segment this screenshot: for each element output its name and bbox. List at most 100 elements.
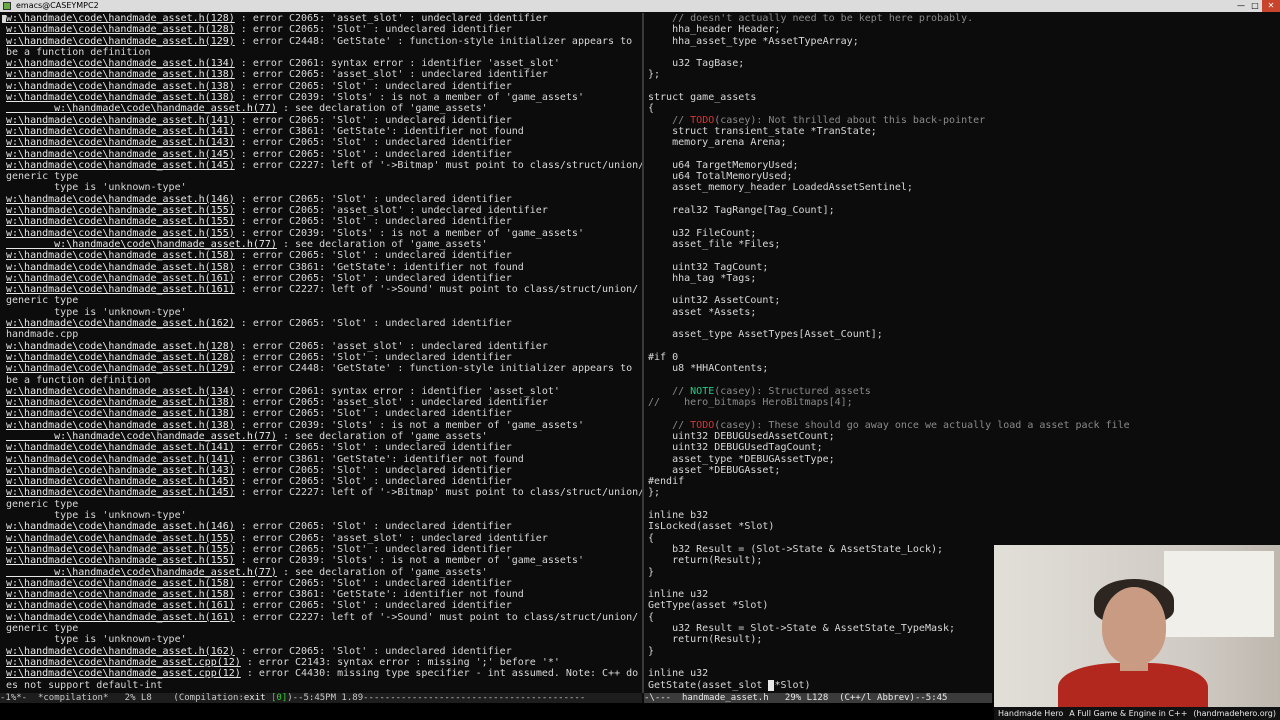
code-line[interactable]: struct game_assets	[644, 92, 1280, 103]
code-line[interactable]	[644, 194, 1280, 205]
compilation-line[interactable]: w:\handmade\code\handmade_asset.h(161) :…	[0, 284, 642, 295]
compilation-line[interactable]: w:\handmade\code\handmade_asset.h(145) :…	[0, 487, 642, 498]
code-line[interactable]: asset_memory_header LoadedAssetSentinel;	[644, 182, 1280, 193]
code-line[interactable]: #endif	[644, 476, 1280, 487]
compilation-line[interactable]: w:\handmade\code\handmade_asset.h(143) :…	[0, 465, 642, 476]
code-line[interactable]: // TODO(casey): Not thrilled about this …	[644, 115, 1280, 126]
code-line[interactable]	[644, 216, 1280, 227]
code-line[interactable]: #if 0	[644, 352, 1280, 363]
code-line[interactable]: {	[644, 103, 1280, 114]
code-line[interactable]: u32 TagBase;	[644, 58, 1280, 69]
compilation-line[interactable]: w:\handmade\code\handmade_asset.h(146) :…	[0, 194, 642, 205]
compilation-line[interactable]: w:\handmade\code\handmade_asset.h(138) :…	[0, 397, 642, 408]
compilation-line[interactable]: w:\handmade\code\handmade_asset.h(158) :…	[0, 262, 642, 273]
compilation-line[interactable]: generic type	[0, 171, 642, 182]
compilation-pane[interactable]: w:\handmade\code\handmade_asset.h(128) :…	[0, 13, 642, 693]
code-line[interactable]: hha_tag *Tags;	[644, 273, 1280, 284]
code-line[interactable]	[644, 318, 1280, 329]
compilation-line[interactable]: w:\handmade\code\handmade_asset.h(145) :…	[0, 476, 642, 487]
code-line[interactable]	[644, 47, 1280, 58]
compilation-line[interactable]: w:\handmade\code\handmade_asset.h(77) : …	[0, 431, 642, 442]
compilation-line[interactable]: w:\handmade\code\handmade_asset.h(162) :…	[0, 646, 642, 657]
code-line[interactable]: inline b32	[644, 510, 1280, 521]
compilation-line[interactable]: w:\handmade\code\handmade_asset.h(134) :…	[0, 58, 642, 69]
compilation-line[interactable]: handmade.cpp	[0, 329, 642, 340]
compilation-line[interactable]: w:\handmade\code\handmade_asset.h(138) :…	[0, 69, 642, 80]
code-line[interactable]: // hero_bitmaps HeroBitmaps[4];	[644, 397, 1280, 408]
compilation-line[interactable]: w:\handmade\code\handmade_asset.h(138) :…	[0, 420, 642, 431]
compilation-line[interactable]: w:\handmade\code\handmade_asset.h(141) :…	[0, 126, 642, 137]
compilation-line[interactable]: w:\handmade\code\handmade_asset.h(155) :…	[0, 205, 642, 216]
code-line[interactable]: hha_asset_type *AssetTypeArray;	[644, 36, 1280, 47]
compilation-line[interactable]: type is 'unknown-type'	[0, 182, 642, 193]
code-line[interactable]: uint32 DEBUGUsedAssetCount;	[644, 431, 1280, 442]
compilation-line[interactable]: w:\handmade\code\handmade_asset.h(161) :…	[0, 612, 642, 623]
compilation-line[interactable]: w:\handmade\code\handmade_asset.h(155) :…	[0, 216, 642, 227]
code-line[interactable]: asset_type AssetTypes[Asset_Count];	[644, 329, 1280, 340]
code-line[interactable]: // NOTE(casey): Structured assets	[644, 386, 1280, 397]
compilation-line[interactable]: w:\handmade\code\handmade_asset.h(138) :…	[0, 92, 642, 103]
code-line[interactable]: u32 FileCount;	[644, 228, 1280, 239]
code-line[interactable]: struct transient_state *TranState;	[644, 126, 1280, 137]
compilation-line[interactable]: w:\handmade\code\handmade_asset.h(158) :…	[0, 250, 642, 261]
compilation-line[interactable]: w:\handmade\code\handmade_asset.h(138) :…	[0, 81, 642, 92]
code-line[interactable]: {	[644, 533, 1280, 544]
compilation-line[interactable]: w:\handmade\code\handmade_asset.h(128) :…	[0, 13, 642, 24]
code-line[interactable]: asset_file *Files;	[644, 239, 1280, 250]
code-line[interactable]	[644, 408, 1280, 419]
code-line[interactable]	[644, 149, 1280, 160]
maximize-button[interactable]: □	[1248, 0, 1262, 12]
compilation-line[interactable]: w:\handmade\code\handmade_asset.h(162) :…	[0, 318, 642, 329]
code-line[interactable]: asset *DEBUGAsset;	[644, 465, 1280, 476]
compilation-line[interactable]: w:\handmade\code\handmade_asset.h(138) :…	[0, 408, 642, 419]
compilation-line[interactable]: es not support default-int	[0, 680, 642, 691]
compilation-line[interactable]: w:\handmade\code\handmade_asset.h(145) :…	[0, 160, 642, 171]
compilation-line[interactable]: w:\handmade\code\handmade_asset.h(77) : …	[0, 239, 642, 250]
compilation-line[interactable]: generic type	[0, 499, 642, 510]
code-line[interactable]: uint32 DEBUGUsedTagCount;	[644, 442, 1280, 453]
compilation-line[interactable]: type is 'unknown-type'	[0, 307, 642, 318]
code-line[interactable]: };	[644, 69, 1280, 80]
compilation-line[interactable]: w:\handmade\code\handmade_asset.cpp(12) …	[0, 668, 642, 679]
compilation-line[interactable]: w:\handmade\code\handmade_asset.h(141) :…	[0, 442, 642, 453]
compilation-line[interactable]: w:\handmade\code\handmade_asset.h(141) :…	[0, 115, 642, 126]
compilation-line[interactable]: be a function definition	[0, 375, 642, 386]
compilation-line[interactable]: w:\handmade\code\handmade_asset.h(155) :…	[0, 544, 642, 555]
minimize-button[interactable]: —	[1234, 0, 1248, 12]
code-line[interactable]	[644, 81, 1280, 92]
compilation-line[interactable]: w:\handmade\code\handmade_asset.h(77) : …	[0, 103, 642, 114]
compilation-line[interactable]: type is 'unknown-type'	[0, 634, 642, 645]
compilation-line[interactable]: generic type	[0, 623, 642, 634]
code-line[interactable]: memory_arena Arena;	[644, 137, 1280, 148]
compilation-line[interactable]: w:\handmade\code\handmade_asset.h(155) :…	[0, 228, 642, 239]
code-line[interactable]	[644, 341, 1280, 352]
compilation-line[interactable]: w:\handmade\code\handmade_asset.h(141) :…	[0, 454, 642, 465]
code-line[interactable]: uint32 TagCount;	[644, 262, 1280, 273]
compilation-line[interactable]: w:\handmade\code\handmade_asset.h(146) :…	[0, 521, 642, 532]
compilation-line[interactable]: w:\handmade\code\handmade_asset.h(161) :…	[0, 600, 642, 611]
code-line[interactable]: u64 TargetMemoryUsed;	[644, 160, 1280, 171]
compilation-line[interactable]: w:\handmade\code\handmade_asset.h(143) :…	[0, 137, 642, 148]
compilation-line[interactable]: generic type	[0, 295, 642, 306]
code-line[interactable]: asset_type *DEBUGAssetType;	[644, 454, 1280, 465]
compilation-line[interactable]: w:\handmade\code\handmade_asset.h(155) :…	[0, 555, 642, 566]
code-line[interactable]: hha_header Header;	[644, 24, 1280, 35]
code-line[interactable]: // TODO(casey): These should go away onc…	[644, 420, 1280, 431]
compilation-line[interactable]: w:\handmade\code\handmade_asset.h(158) :…	[0, 578, 642, 589]
close-button[interactable]: ✕	[1262, 0, 1280, 12]
code-line[interactable]: uint32 AssetCount;	[644, 295, 1280, 306]
code-line[interactable]: IsLocked(asset *Slot)	[644, 521, 1280, 532]
compilation-line[interactable]: w:\handmade\code\handmade_asset.h(128) :…	[0, 24, 642, 35]
code-line[interactable]: };	[644, 487, 1280, 498]
compilation-line[interactable]: w:\handmade\code\handmade_asset.h(77) : …	[0, 567, 642, 578]
compilation-line[interactable]: be a function definition	[0, 47, 642, 58]
code-line[interactable]: // doesn't actually need to be kept here…	[644, 13, 1280, 24]
code-line[interactable]	[644, 375, 1280, 386]
code-line[interactable]	[644, 499, 1280, 510]
compilation-line[interactable]: w:\handmade\code\handmade_asset.h(145) :…	[0, 149, 642, 160]
compilation-line[interactable]: w:\handmade\code\handmade_asset.h(129) :…	[0, 36, 642, 47]
compilation-line[interactable]: w:\handmade\code\handmade_asset.h(134) :…	[0, 386, 642, 397]
code-line[interactable]	[644, 250, 1280, 261]
code-line[interactable]: u8 *HHAContents;	[644, 363, 1280, 374]
code-line[interactable]	[644, 284, 1280, 295]
